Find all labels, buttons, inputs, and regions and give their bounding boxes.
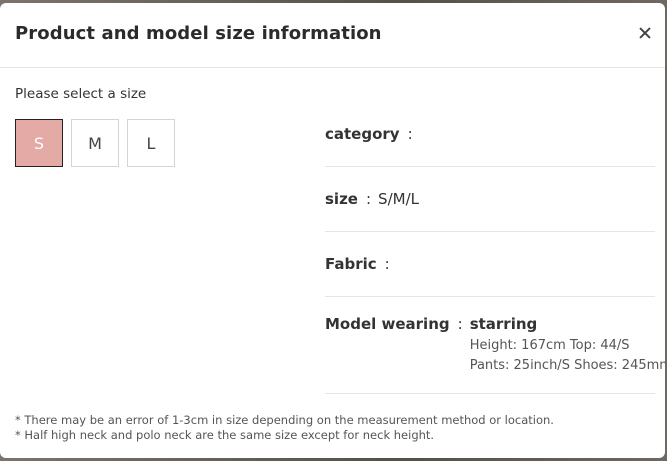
model-label: Model wearing [325,315,450,333]
close-icon[interactable] [637,25,653,41]
size-colon: : [365,190,372,208]
size-option-m[interactable]: M [71,119,119,167]
size-label: size [325,190,358,208]
size-notes: * There may be an error of 1-3cm in size… [15,413,554,443]
model-info: starring Height: 167cm Top: 44/S Pants: … [470,315,665,376]
size-options: S M L [15,119,175,167]
category-colon: : [407,125,413,143]
model-detail-line-2: Pants: 25inch/S Shoes: 245mm [469,358,665,373]
model-colon: : [457,315,463,333]
modal-header: Product and model size information [0,3,665,68]
fabric-colon: : [384,255,390,273]
size-info-modal: Product and model size information Pleas… [0,3,665,458]
note-neck: * Half high neck and polo neck are the s… [15,428,435,442]
size-select-label: Please select a size [15,86,147,102]
note-measurement: * There may be an error of 1-3cm in size… [15,413,554,427]
info-row-category: category : [325,102,655,167]
model-name: starring [469,315,538,333]
model-detail-line-1: Height: 167cm Top: 44/S [469,338,630,353]
size-info-list: category : size : S/M/L Fabric : Model w… [325,102,665,394]
size-option-l[interactable]: L [127,119,175,167]
size-value: S/M/L [378,190,419,208]
info-row-size: size : S/M/L [325,167,655,232]
size-option-s[interactable]: S [15,119,63,167]
modal-title: Product and model size information [15,23,382,44]
fabric-label: Fabric [325,255,377,273]
info-row-fabric: Fabric : [325,232,655,297]
info-row-model: Model wearing : starring Height: 167cm T… [325,297,665,394]
category-label: category [325,125,400,143]
